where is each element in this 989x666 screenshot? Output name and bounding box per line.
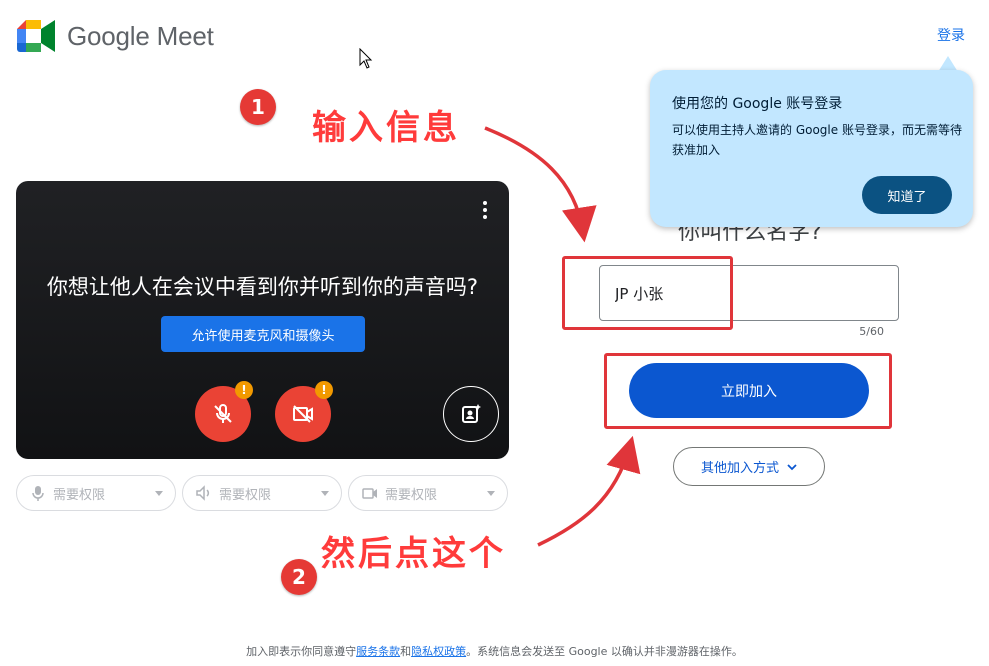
camera-select[interactable]: 需要权限 (348, 475, 508, 511)
effects-icon (462, 404, 481, 423)
arrow-to-join-button (537, 435, 641, 547)
dropdown-caret-icon (487, 490, 495, 496)
other-join-options-button[interactable]: 其他加入方式 (673, 447, 825, 486)
camera-select-label: 需要权限 (385, 487, 438, 503)
visual-effects-button[interactable] (443, 386, 499, 442)
footer-prefix: 加入即表示你同意遵守 (246, 645, 357, 658)
app-name: Google Meet (67, 20, 214, 51)
speaker-select[interactable]: 需要权限 (182, 475, 342, 511)
microphone-select-label: 需要权限 (53, 487, 106, 503)
footer-suffix: 。系统信息会发送至 Google 以确认并非漫游器在操作。 (466, 645, 743, 658)
speaker-icon (196, 485, 210, 501)
google-meet-logo[interactable]: Google Meet (17, 20, 214, 52)
mic-off-icon (214, 404, 232, 423)
camera-toggle-button[interactable]: ! (275, 381, 333, 442)
terms-footer: 加入即表示你同意遵守服务条款和隐私权政策。系统信息会发送至 Google 以确认… (0, 643, 989, 659)
got-it-button[interactable]: 知道了 (862, 176, 952, 214)
other-join-options-label: 其他加入方式 (700, 461, 779, 476)
allow-mic-camera-button[interactable]: 允许使用麦克风和摄像头 (161, 316, 365, 352)
highlight-name-input (562, 256, 733, 330)
camera-icon (362, 488, 377, 499)
signin-tooltip: 使用您的 Google 账号登录 可以使用主持人邀请的 Google 账号登录，… (650, 70, 973, 227)
speaker-select-label: 需要权限 (219, 487, 272, 503)
more-options-icon[interactable] (481, 201, 489, 221)
footer-and: 和 (400, 645, 412, 658)
step-2-badge: 2 (281, 559, 317, 595)
terms-of-service-link[interactable]: 服务条款 (356, 645, 400, 658)
dropdown-caret-icon (321, 490, 329, 496)
mouse-pointer-icon (359, 48, 373, 69)
highlight-join-button (604, 353, 892, 429)
device-selectors: 需要权限 需要权限 需要权限 (16, 475, 508, 511)
dropdown-caret-icon (155, 490, 163, 496)
permission-question: 你想让他人在会议中看到你并听到你的声音吗? (46, 275, 479, 299)
privacy-policy-link[interactable]: 隐私权政策 (411, 645, 466, 658)
meet-logo-icon (17, 20, 55, 52)
warning-badge: ! (235, 381, 253, 399)
step-1-badge: 1 (240, 89, 276, 125)
signin-link[interactable]: 登录 (937, 25, 965, 45)
step-2-label: 然后点这个 (321, 534, 506, 574)
video-preview: 你想让他人在会议中看到你并听到你的声音吗? 允许使用麦克风和摄像头 ! ! (16, 181, 509, 459)
tooltip-body: 可以使用主持人邀请的 Google 账号登录，而无需等待获准加入 (672, 123, 962, 157)
microphone-toggle-button[interactable]: ! (195, 381, 253, 442)
character-count: 5/60 (859, 325, 884, 338)
microphone-select[interactable]: 需要权限 (16, 475, 176, 511)
step-1-label: 输入信息 (312, 108, 460, 148)
microphone-icon (32, 486, 44, 501)
chevron-down-icon (787, 463, 797, 470)
tooltip-title: 使用您的 Google 账号登录 (672, 96, 843, 112)
warning-badge: ! (315, 381, 333, 399)
camera-off-icon (293, 405, 313, 423)
